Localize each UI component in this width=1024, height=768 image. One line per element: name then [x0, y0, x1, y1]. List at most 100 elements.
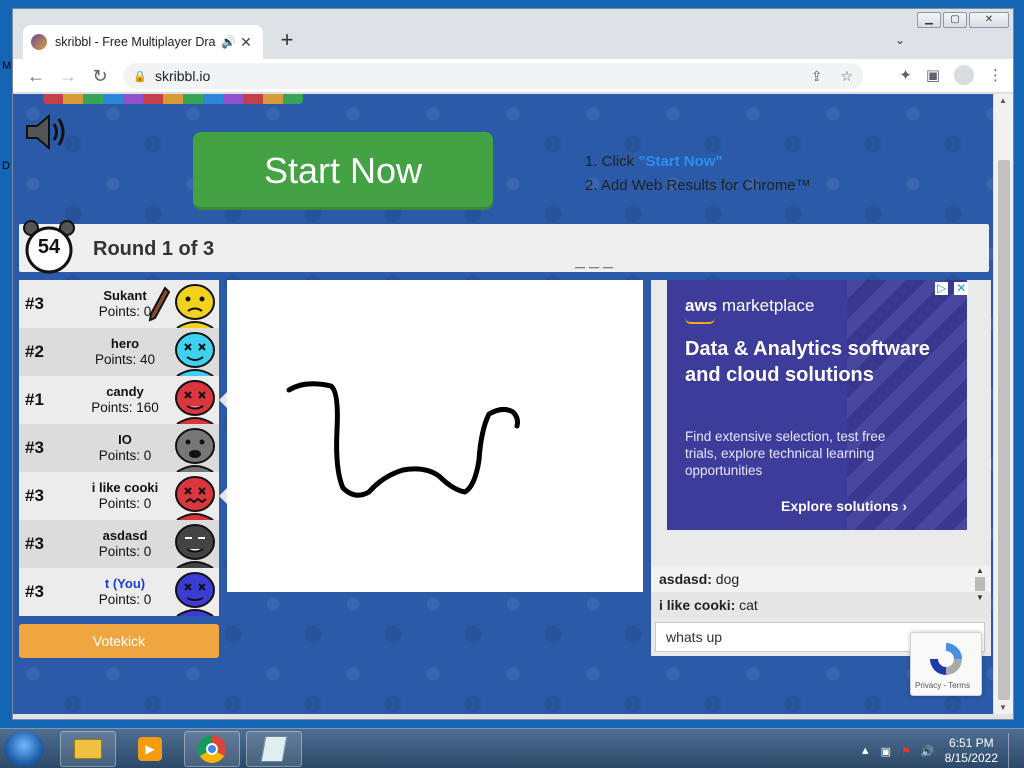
taskbar: ▶ ▲ ▣ ⚑ 🔊 6:51 PM 8/15/2022 — [0, 728, 1024, 768]
player-name: hero — [110, 336, 140, 351]
player-rank: #3 — [25, 294, 44, 313]
player-name: IO — [118, 432, 132, 447]
explorer-taskbar-icon[interactable] — [60, 731, 116, 767]
tab-bar: skribbl - Free Multiplayer Dra 🔊 ✕ + ⌄ ▁… — [13, 9, 1013, 59]
address-bar[interactable]: 🔒 skribbl.io ⇪ ☆ — [123, 63, 863, 89]
ad-step-1-link[interactable]: "Start Now" — [638, 153, 722, 170]
chrome-taskbar-icon[interactable] — [184, 731, 240, 767]
player-rank: #3 — [25, 534, 44, 553]
ad-close-icon[interactable]: ✕ — [954, 282, 969, 295]
player-name: t (You) — [104, 576, 146, 591]
player-row[interactable]: #3 t (You) Points: 0 — [19, 568, 219, 616]
player-row[interactable]: #3 i like cooki Points: 0 — [19, 472, 219, 520]
tab-title: skribbl - Free Multiplayer Dra — [55, 35, 216, 49]
chat-scrollbar[interactable]: ▲ ▼ — [975, 566, 985, 618]
drawing-stroke — [286, 381, 520, 498]
maximize-button[interactable]: ▢ — [943, 12, 967, 28]
extensions-puzzle-icon[interactable]: ✦ — [899, 66, 912, 84]
timer-value: 54 — [37, 236, 61, 258]
network-icon[interactable]: ▣ — [881, 745, 891, 758]
minimize-button[interactable]: ▁ — [917, 12, 941, 28]
tab-skribbl[interactable]: skribbl - Free Multiplayer Dra 🔊 ✕ — [23, 25, 263, 59]
page-scrollbar[interactable]: ▲ ▼ — [993, 94, 1013, 714]
side-panel-icon[interactable]: ▣ — [926, 66, 940, 84]
system-tray: ▲ ▣ ⚑ 🔊 6:51 PM 8/15/2022 — [860, 733, 1018, 768]
avatar — [175, 332, 215, 376]
scroll-down-icon[interactable]: ▼ — [975, 593, 985, 602]
player-row[interactable]: #3 IO Points: 0 — [19, 424, 219, 472]
ad-cta-link[interactable]: Explore solutions › — [781, 498, 907, 514]
adchoices-icon[interactable]: ▷ — [935, 282, 949, 295]
player-row[interactable]: #3 asdasd Points: 0 — [19, 520, 219, 568]
avatar — [175, 572, 215, 616]
player-points: Points: 0 — [98, 544, 152, 559]
tab-search-chevron-icon[interactable]: ⌄ — [895, 33, 905, 47]
window-controls: ▁ ▢ ✕ — [917, 12, 1009, 28]
show-desktop-button[interactable] — [1008, 733, 1018, 768]
clock-date: 8/15/2022 — [944, 751, 998, 765]
sound-icon[interactable] — [23, 112, 69, 152]
browser-window: skribbl - Free Multiplayer Dra 🔊 ✕ + ⌄ ▁… — [12, 8, 1014, 720]
skribbl-logo — [43, 94, 303, 104]
desktop-edge-text: M — [2, 60, 12, 72]
menu-kebab-icon[interactable]: ⋮ — [988, 66, 1003, 84]
back-arrow-icon[interactable]: ← — [25, 65, 47, 87]
recaptcha-text[interactable]: Privacy - Terms — [915, 681, 970, 690]
round-bar: 54 Round 1 of 3 ___ — [19, 220, 989, 274]
drawing-canvas[interactable] — [227, 280, 643, 592]
votekick-button[interactable]: Votekick — [19, 624, 219, 658]
ad-headline: Data & Analytics software and cloud solu… — [685, 338, 930, 386]
clock-time: 6:51 PM — [948, 736, 994, 750]
player-name: candy — [106, 384, 144, 399]
player-rank: #1 — [25, 390, 44, 409]
player-points: Points: 0 — [98, 496, 152, 511]
share-icon[interactable]: ⇪ — [811, 68, 823, 85]
volume-icon[interactable]: 🔊 — [921, 745, 935, 758]
new-tab-button[interactable]: + — [275, 29, 299, 53]
scroll-up-icon[interactable]: ▲ — [975, 566, 985, 575]
aws-ad[interactable]: aws marketplace Data & Analytics softwar… — [667, 280, 967, 530]
player-name: asdasd — [102, 528, 148, 543]
ad-pattern — [847, 280, 967, 530]
tray-expand-icon[interactable]: ▲ — [860, 745, 871, 757]
tab-audio-icon[interactable]: 🔊 — [221, 35, 237, 49]
flag-icon[interactable]: ⚑ — [901, 745, 911, 758]
player-rank: #3 — [25, 486, 44, 505]
notepad-taskbar-icon[interactable] — [246, 731, 302, 767]
reload-icon[interactable]: ↻ — [89, 65, 111, 87]
profile-avatar-icon[interactable] — [954, 65, 974, 85]
avatar — [175, 428, 215, 472]
bookmark-star-icon[interactable]: ☆ — [840, 68, 853, 85]
aws-smile-icon — [685, 318, 715, 324]
taskbar-clock[interactable]: 6:51 PM 8/15/2022 — [945, 736, 998, 766]
player-row[interactable]: #2 hero Points: 40 — [19, 328, 219, 376]
chat-message: i like cooki: cat — [651, 592, 991, 618]
tab-close-button[interactable]: ✕ — [237, 34, 255, 51]
scroll-up-icon[interactable]: ▲ — [999, 96, 1007, 105]
ad-body: Find extensive selection, test free tria… — [685, 429, 886, 478]
recaptcha-icon — [930, 643, 962, 675]
page-scroll-thumb[interactable] — [998, 160, 1010, 700]
page-viewport: Start Now 1. Click "Start Now" 2. Add We… — [13, 94, 995, 714]
media-player-taskbar-icon[interactable]: ▶ — [122, 731, 178, 767]
ad-choices: ▷ ✕ — [935, 282, 969, 295]
player-points: Points: 160 — [91, 400, 159, 415]
player-points: Points: 0 — [98, 448, 152, 463]
toolbar-icons: ✦ ▣ ⋮ — [899, 65, 1003, 85]
right-panel: aws marketplace Data & Analytics softwar… — [651, 280, 991, 656]
pencil-drawing-icon — [148, 286, 171, 322]
scroll-thumb[interactable] — [975, 577, 985, 591]
ad-instructions: 1. Click "Start Now" 2. Add Web Results … — [585, 150, 811, 198]
favicon-icon — [31, 34, 47, 50]
close-button[interactable]: ✕ — [969, 12, 1009, 28]
avatar — [175, 524, 215, 568]
scroll-down-icon[interactable]: ▼ — [999, 703, 1007, 712]
ad-step-2: 2. Add Web Results for Chrome™ — [585, 177, 811, 194]
player-rank: #3 — [25, 438, 44, 457]
player-row[interactable]: #3 Sukant Points: 0 — [19, 280, 219, 328]
windows-start-icon[interactable] — [4, 731, 44, 767]
player-row[interactable]: #1 candy Points: 160 — [19, 376, 219, 424]
forward-arrow-icon[interactable]: → — [57, 65, 79, 87]
start-now-ad-button[interactable]: Start Now — [193, 132, 493, 210]
recaptcha-badge[interactable]: Privacy - Terms — [910, 632, 982, 696]
